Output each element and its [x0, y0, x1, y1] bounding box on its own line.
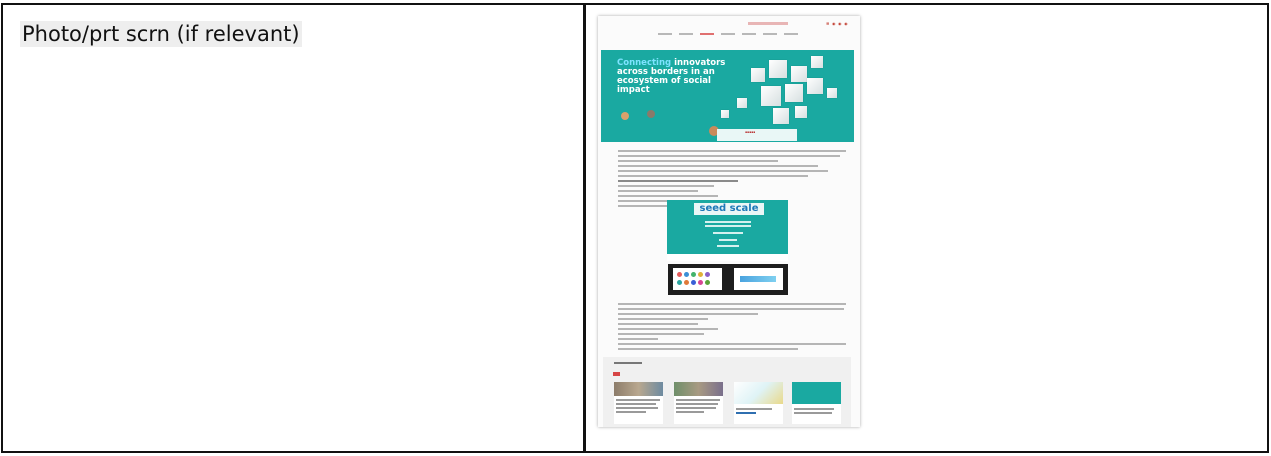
hero-caption-banner: ▪▪▪▪▪	[717, 129, 797, 141]
participant-dot	[677, 272, 682, 277]
news-card-image	[674, 382, 723, 396]
text-line	[618, 308, 844, 310]
poster-text-line	[717, 245, 739, 247]
participant-dot	[691, 272, 696, 277]
text-line	[618, 348, 798, 350]
hero-headline: Connecting innovators across borders in …	[617, 59, 737, 95]
news-card-text	[676, 399, 720, 401]
seed-scale-poster: seed scale	[667, 200, 788, 261]
text-line	[618, 338, 658, 340]
news-section	[603, 357, 851, 427]
cube-graphic	[721, 110, 729, 118]
text-line	[618, 303, 846, 305]
news-card-text	[676, 407, 716, 409]
video-thumbnails	[668, 264, 788, 295]
content-table: Photo/prt scrn (if relevant) ≡ ◉ ◉ ◉ Con…	[1, 3, 1269, 453]
cube-graphic	[791, 66, 807, 82]
poster-footer-logos	[667, 254, 788, 261]
text-line	[618, 328, 718, 330]
news-card-text	[736, 408, 772, 410]
text-line	[618, 165, 818, 167]
news-card-text	[794, 408, 834, 410]
news-card-text	[616, 407, 658, 409]
hero-caption-tag: ▪▪▪▪▪	[745, 130, 756, 134]
text-line	[618, 195, 718, 197]
nav-item	[784, 33, 798, 35]
participant-dot	[705, 272, 710, 277]
news-card[interactable]	[614, 382, 663, 424]
text-line	[618, 190, 698, 192]
video-frame	[734, 268, 783, 290]
poster-text-line	[705, 225, 751, 227]
nav-item	[742, 33, 756, 35]
cube-graphic	[769, 60, 787, 78]
slide-graphic	[740, 276, 776, 282]
participant-dot	[684, 280, 689, 285]
cube-graphic	[811, 56, 823, 68]
text-line	[618, 180, 738, 182]
article-text-lower	[618, 303, 848, 353]
column-divider	[583, 5, 586, 451]
news-card[interactable]	[674, 382, 723, 424]
text-line	[618, 318, 708, 320]
screenshot-nav: ≡ ◉ ◉ ◉	[598, 16, 860, 46]
hero-banner: Connecting innovators across borders in …	[601, 50, 854, 142]
text-line	[618, 185, 714, 187]
news-section-title	[614, 362, 642, 364]
participant-dot	[705, 280, 710, 285]
text-line	[618, 313, 758, 315]
nav-item	[763, 33, 777, 35]
news-card-image	[614, 382, 663, 396]
nav-item	[658, 33, 672, 35]
seed-scale-logo: seed scale	[694, 203, 764, 215]
news-filter-pill	[613, 372, 620, 376]
news-card-image	[792, 382, 841, 404]
news-card-text	[616, 403, 656, 405]
news-card-text	[616, 411, 646, 413]
text-line	[618, 150, 846, 152]
text-line	[618, 160, 778, 162]
cube-graphic	[807, 78, 823, 94]
poster-text-line	[719, 239, 737, 241]
text-line	[618, 323, 698, 325]
news-card-text	[676, 411, 704, 413]
news-card-text	[794, 412, 832, 414]
cube-graphic	[795, 106, 807, 118]
cube-graphic	[737, 98, 747, 108]
nav-brand-logo: ≡ ◉ ◉ ◉	[826, 21, 849, 26]
news-card[interactable]	[734, 382, 783, 424]
news-card-image	[734, 382, 783, 404]
participant-dot	[677, 280, 682, 285]
website-screenshot: ≡ ◉ ◉ ◉ Connecting innovators across bor…	[598, 16, 860, 427]
nav-item	[721, 33, 735, 35]
cube-graphic	[751, 68, 765, 82]
cube-graphic	[785, 84, 803, 102]
nav-top-links	[748, 22, 788, 25]
text-line	[618, 155, 840, 157]
cube-graphic	[773, 108, 789, 124]
news-card-text	[736, 412, 756, 414]
avatar	[647, 110, 655, 118]
news-card[interactable]	[792, 382, 841, 424]
cube-graphic	[761, 86, 781, 106]
news-card-text	[616, 399, 660, 401]
text-line	[618, 333, 704, 335]
poster-text-line	[713, 232, 743, 234]
poster-text-line	[705, 221, 751, 223]
participant-dot	[691, 280, 696, 285]
cell-label: Photo/prt scrn (if relevant)	[20, 21, 302, 47]
nav-menu	[658, 33, 798, 35]
participant-dot	[684, 272, 689, 277]
nav-item-active	[700, 33, 714, 35]
text-line	[618, 175, 808, 177]
nav-item	[679, 33, 693, 35]
video-frame	[673, 268, 722, 290]
participant-dot	[698, 272, 703, 277]
participant-dot	[698, 280, 703, 285]
news-card-text	[676, 403, 718, 405]
avatar	[621, 112, 629, 120]
cube-graphic	[827, 88, 837, 98]
text-line	[618, 170, 828, 172]
text-line	[618, 343, 846, 345]
